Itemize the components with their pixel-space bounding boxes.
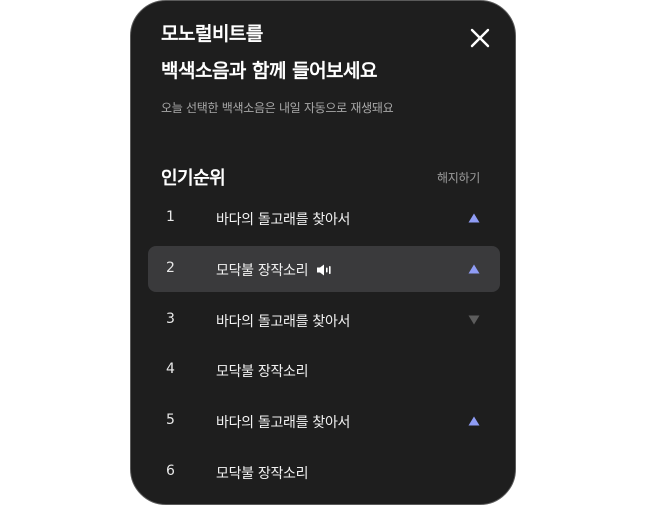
rank-number: 2 (166, 260, 175, 276)
ranking-row[interactable]: 2 모닥불 장작소리 (148, 246, 500, 292)
speaker-icon (317, 264, 331, 276)
rank-number: 5 (166, 412, 175, 428)
ranking-row[interactable]: 4 모닥불 장작소리 (148, 347, 500, 393)
trend-up-icon (468, 264, 480, 274)
ranking-title: 인기순위 (161, 168, 226, 189)
sound-name: 바다의 돌고래를 찾아서 (216, 412, 350, 432)
sound-name: 모닥불 장작소리 (216, 463, 309, 483)
sound-name: 모닥불 장작소리 (216, 260, 332, 280)
ranking-row[interactable]: 5 바다의 돌고래를 찾아서 (148, 398, 500, 444)
white-noise-modal: 모노럴비트를 백색소음과 함께 들어보세요 오늘 선택한 백색소음은 내일 자동… (130, 0, 516, 505)
sound-name-label: 바다의 돌고래를 찾아서 (216, 212, 351, 228)
unsubscribe-link[interactable]: 해지하기 (437, 169, 480, 186)
rank-number: 1 (166, 209, 175, 225)
sound-name: 바다의 돌고래를 찾아서 (216, 311, 350, 331)
sound-name-label: 모닥불 장작소리 (216, 466, 309, 482)
modal-subtitle: 오늘 선택한 백색소음은 내일 자동으로 재생돼요 (161, 101, 394, 115)
sound-name-label: 모닥불 장작소리 (216, 263, 309, 279)
ranking-row[interactable]: 1 바다의 돌고래를 찾아서 (148, 195, 500, 241)
sound-name-label: 바다의 돌고래를 찾아서 (216, 314, 351, 330)
trend-up-icon (468, 416, 480, 426)
sound-name-label: 바다의 돌고래를 찾아서 (216, 415, 351, 431)
rank-number: 4 (166, 361, 175, 377)
sound-name: 모닥불 장작소리 (216, 361, 309, 381)
sound-name-label: 모닥불 장작소리 (216, 364, 309, 380)
rank-number: 3 (166, 311, 175, 327)
ranking-row[interactable]: 6 모닥불 장작소리 (148, 449, 500, 495)
modal-title-line1: 모노럴비트를 (161, 23, 263, 45)
sound-name: 바다의 돌고래를 찾아서 (216, 209, 350, 229)
close-button[interactable] (467, 25, 493, 51)
modal-title-line2: 백색소음과 함께 들어보세요 (161, 60, 378, 82)
trend-up-icon (468, 213, 480, 223)
rank-number: 6 (166, 463, 175, 479)
ranking-row[interactable]: 3 바다의 돌고래를 찾아서 (148, 297, 500, 343)
trend-down-icon (468, 315, 480, 325)
close-icon (470, 28, 490, 48)
